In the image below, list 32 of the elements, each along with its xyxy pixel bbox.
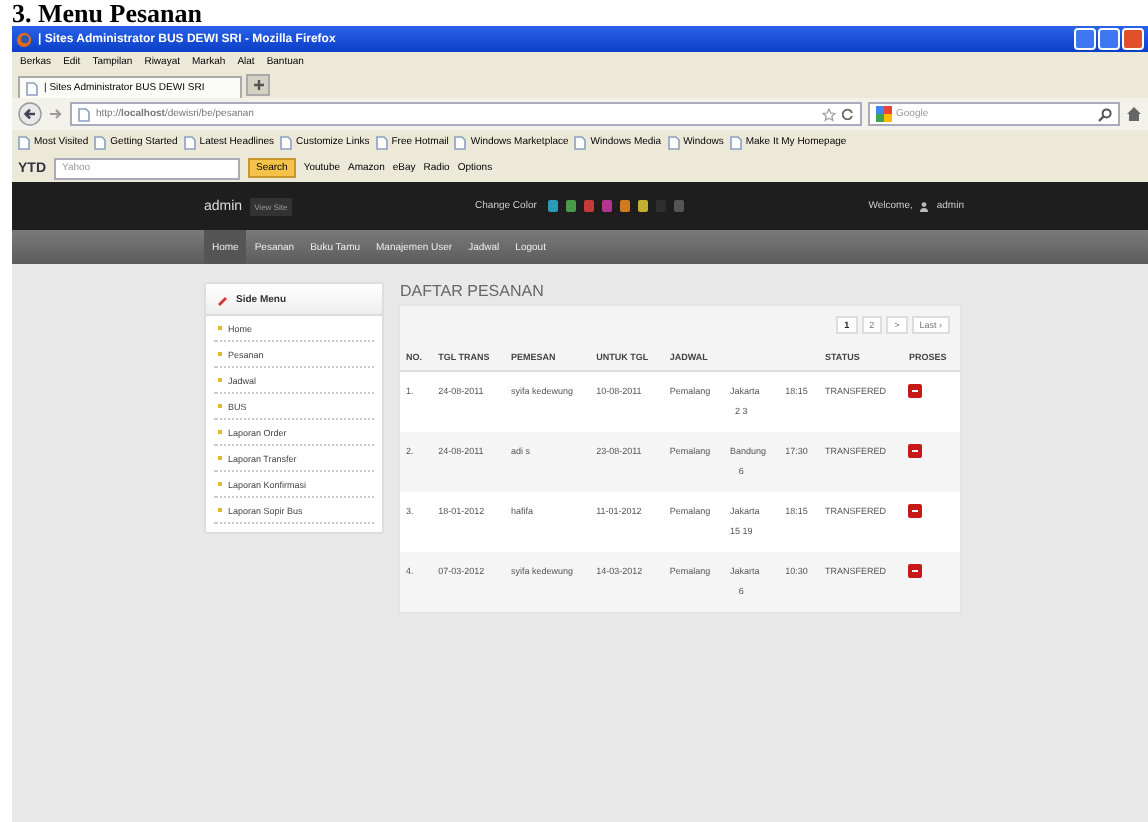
new-tab-button[interactable]	[246, 74, 270, 96]
user-icon	[920, 201, 929, 211]
color-swatch[interactable]	[548, 200, 559, 212]
home-icon	[1126, 106, 1142, 122]
color-swatch[interactable]	[638, 200, 649, 212]
close-button[interactable]	[1122, 28, 1144, 50]
page-icon	[280, 135, 293, 149]
pencil-icon	[216, 293, 228, 305]
search-icon	[1098, 107, 1112, 121]
maximize-button[interactable]	[1098, 28, 1120, 50]
page-icon	[667, 135, 680, 149]
section-title: DAFTAR PESANAN	[398, 282, 546, 304]
page-icon	[454, 135, 467, 149]
page-icon	[18, 135, 30, 149]
star-icon	[822, 107, 836, 121]
color-swatch[interactable]	[602, 200, 613, 212]
page-icon	[26, 81, 38, 95]
color-swatch[interactable]	[584, 200, 595, 212]
page-icon	[729, 135, 742, 149]
page-icon	[375, 135, 388, 149]
reload-icon	[842, 108, 854, 120]
search-engine-icon	[876, 106, 892, 122]
forward-icon	[48, 106, 64, 122]
color-swatch[interactable]	[566, 200, 577, 212]
minimize-button[interactable]	[1074, 28, 1096, 50]
plus-icon	[253, 80, 263, 90]
color-swatch[interactable]	[620, 200, 631, 212]
firefox-logo-icon	[16, 31, 32, 47]
page-icon	[183, 135, 196, 149]
color-swatch[interactable]	[674, 200, 685, 212]
document-heading: 3. Menu Pesanan	[10, 0, 204, 26]
page-icon	[574, 135, 587, 149]
